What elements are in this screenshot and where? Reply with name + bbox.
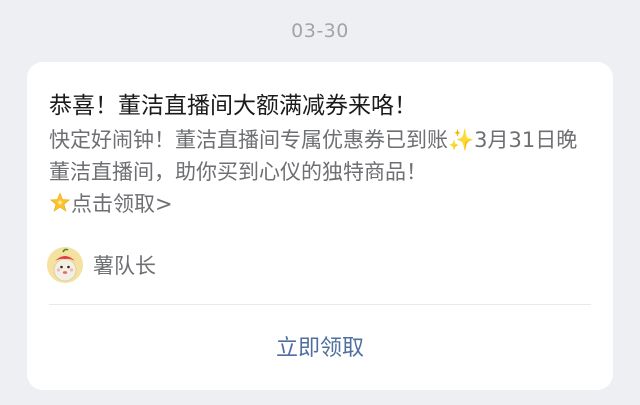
message-body-part1: 快定好闹钟！董洁直播间专属优惠券已到账 [49, 128, 448, 152]
glowing-star-icon [49, 192, 71, 212]
potato-mascot-icon [47, 247, 83, 283]
claim-now-button[interactable]: 立即领取 [27, 330, 613, 362]
avatar [47, 247, 83, 283]
inline-claim-link[interactable]: 点击领取> [71, 192, 173, 216]
message-date: 03-30 [291, 20, 349, 42]
divider [49, 304, 591, 305]
notification-card[interactable]: 恭喜！董洁直播间大额满减券来咯！ 快定好闹钟！董洁直播间专属优惠券已到账✨3月3… [27, 62, 613, 390]
message-content: 快定好闹钟！董洁直播间专属优惠券已到账✨3月31日晚董洁直播间，助你买到心仪的独… [49, 124, 597, 220]
sparkles-icon: ✨ [448, 128, 475, 152]
sender-name: 薯队长 [93, 254, 156, 278]
message-title: 恭喜！董洁直播间大额满减券来咯！ [49, 93, 417, 119]
sender-row: 薯队长 [47, 246, 156, 284]
